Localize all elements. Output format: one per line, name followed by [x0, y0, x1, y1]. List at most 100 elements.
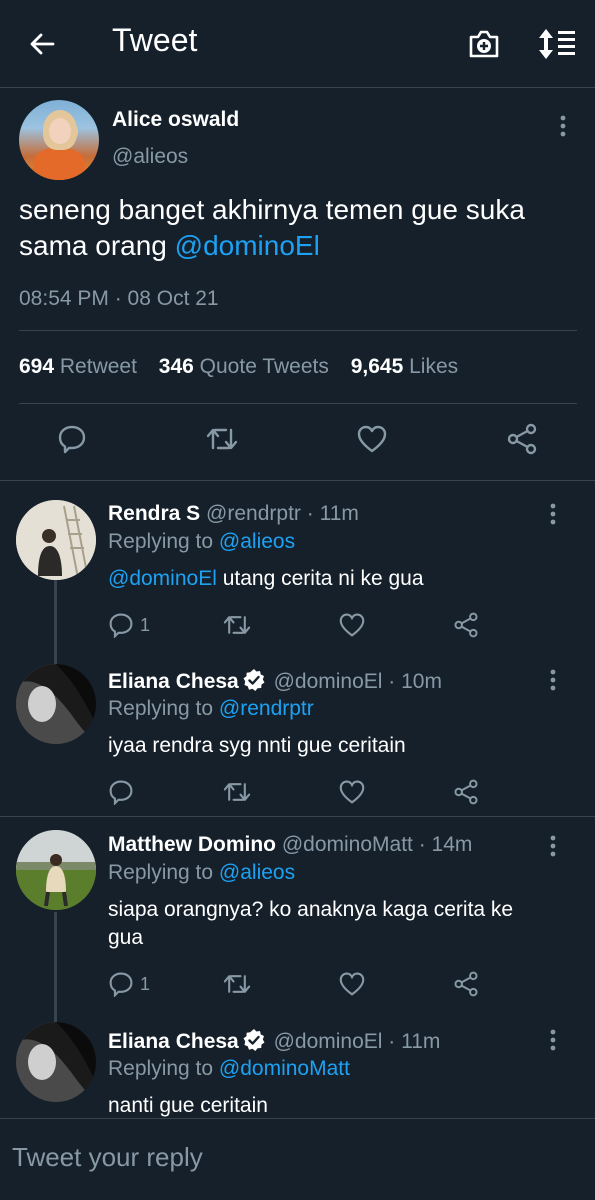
comment-icon [109, 780, 133, 805]
share-button[interactable] [453, 778, 479, 806]
share-icon [454, 779, 478, 805]
replying-to-link[interactable]: @rendrptr [219, 697, 314, 720]
reply-text-plain: nanti gue ceritain [108, 1094, 268, 1117]
heart-icon [339, 613, 365, 637]
reply-count: 1 [140, 973, 151, 994]
replying-to-link[interactable]: @alieos [219, 530, 295, 553]
more-options-button[interactable] [550, 113, 576, 139]
arrow-left-icon [30, 33, 55, 55]
more-options-button[interactable] [541, 502, 565, 526]
verified-badge-icon [243, 669, 265, 691]
back-button[interactable] [22, 24, 62, 64]
quote-stat[interactable]: 346 Quote Tweets [159, 355, 329, 378]
more-options-button[interactable] [541, 834, 565, 858]
reply-count: 1 [140, 614, 151, 635]
share-icon [507, 423, 537, 455]
reply-time: · 14m [418, 833, 473, 856]
replying-to: Replying to @alieos [108, 861, 295, 885]
thread-line [54, 580, 57, 664]
reply-time: · 11m [306, 502, 359, 525]
retweet-button[interactable] [222, 778, 252, 806]
more-vertical-icon [550, 669, 556, 691]
like-button[interactable] [355, 422, 389, 456]
reply-header: Eliana Chesa @dominoEl · 10m [108, 668, 442, 694]
camera-button[interactable] [462, 22, 506, 66]
reply-author-handle[interactable]: @dominoEl [274, 1030, 383, 1053]
reply-text-plain: utang cerita ni ke gua [222, 567, 424, 590]
retweet-label: Retweet [59, 355, 137, 378]
reply-text: @dominoEl utang cerita ni ke gua [108, 565, 548, 593]
replying-label: Replying to [108, 697, 214, 720]
retweet-icon [223, 783, 251, 801]
comment-icon [58, 425, 86, 454]
share-button[interactable] [453, 970, 479, 998]
retweet-stat[interactable]: 694 Retweet [19, 355, 137, 378]
avatar[interactable] [19, 100, 99, 180]
reply-text-plain: siapa orangnya? ko anaknya kaga cerita k… [108, 898, 514, 949]
avatar[interactable] [16, 1022, 96, 1102]
reply-author-name[interactable]: Eliana Chesa [108, 1030, 239, 1053]
reply-author-name[interactable]: Matthew Domino [108, 833, 276, 856]
divider [19, 403, 577, 404]
more-vertical-icon [550, 503, 556, 525]
reply-composer [0, 1118, 595, 1200]
reply-input[interactable] [12, 1137, 572, 1177]
reply-time: · 11m [388, 1030, 441, 1053]
reply-header: Matthew Domino @dominoMatt · 14m [108, 833, 472, 857]
camera-plus-icon [469, 30, 499, 58]
avatar[interactable] [16, 830, 96, 910]
avatar-image [16, 500, 96, 580]
comment-icon [109, 972, 133, 997]
more-vertical-icon [550, 1029, 556, 1051]
reply-button[interactable]: 1 [108, 611, 150, 639]
quote-count: 346 [158, 355, 194, 378]
heart-icon [339, 972, 365, 996]
replying-label: Replying to [108, 861, 214, 884]
mention-link[interactable]: @dominoEl [175, 230, 320, 261]
share-icon [454, 971, 478, 997]
reply-author-name[interactable]: Eliana Chesa [108, 670, 239, 693]
retweet-button[interactable] [222, 611, 252, 639]
like-button[interactable] [338, 778, 366, 806]
avatar[interactable] [16, 664, 96, 744]
reply-button[interactable] [55, 422, 89, 456]
avatar[interactable] [16, 500, 96, 580]
replying-to-link[interactable]: @dominoMatt [219, 1057, 350, 1080]
reply-author-handle[interactable]: @dominoEl [274, 670, 383, 693]
reply-button[interactable] [108, 778, 140, 806]
comment-icon [109, 613, 133, 638]
author-handle[interactable]: @alieos [112, 145, 188, 169]
tweet-stats: 694 Retweet 346 Quote Tweets 9,645 Likes [19, 355, 458, 379]
retweet-button[interactable] [205, 422, 239, 456]
sort-button[interactable] [534, 22, 580, 66]
more-vertical-icon [560, 115, 566, 137]
avatar-image [16, 830, 96, 910]
replying-to-link[interactable]: @alieos [219, 861, 295, 884]
reply-author-handle[interactable]: @dominoMatt [282, 833, 413, 856]
like-button[interactable] [338, 611, 366, 639]
like-button[interactable] [338, 970, 366, 998]
share-button[interactable] [505, 422, 539, 456]
main-tweet: Alice oswald @alieos seneng banget akhir… [0, 88, 595, 480]
likes-count: 9,645 [350, 355, 404, 378]
more-options-button[interactable] [541, 1028, 565, 1052]
mention-link[interactable]: @dominoEl [108, 567, 217, 590]
reply-text: siapa orangnya? ko anaknya kaga cerita k… [108, 896, 538, 952]
share-button[interactable] [453, 611, 479, 639]
verified-badge-icon [243, 1029, 265, 1051]
more-options-button[interactable] [541, 668, 565, 692]
retweet-button[interactable] [222, 970, 252, 998]
replying-label: Replying to [108, 1057, 214, 1080]
retweet-icon [223, 616, 251, 634]
reply-author-name[interactable]: Rendra S [108, 502, 200, 525]
likes-label: Likes [409, 355, 459, 378]
reply-time: · 10m [388, 670, 442, 693]
likes-stat[interactable]: 9,645 Likes [351, 355, 458, 378]
avatar-image [16, 664, 96, 744]
top-bar: Tweet [0, 0, 595, 88]
reply-text: nanti gue ceritain [108, 1092, 548, 1120]
tweet-timestamp: 08:54 PM · 08 Oct 21 [19, 287, 219, 310]
author-name[interactable]: Alice oswald [112, 108, 239, 132]
reply-button[interactable]: 1 [108, 970, 150, 998]
reply-author-handle[interactable]: @rendrptr [206, 502, 301, 525]
